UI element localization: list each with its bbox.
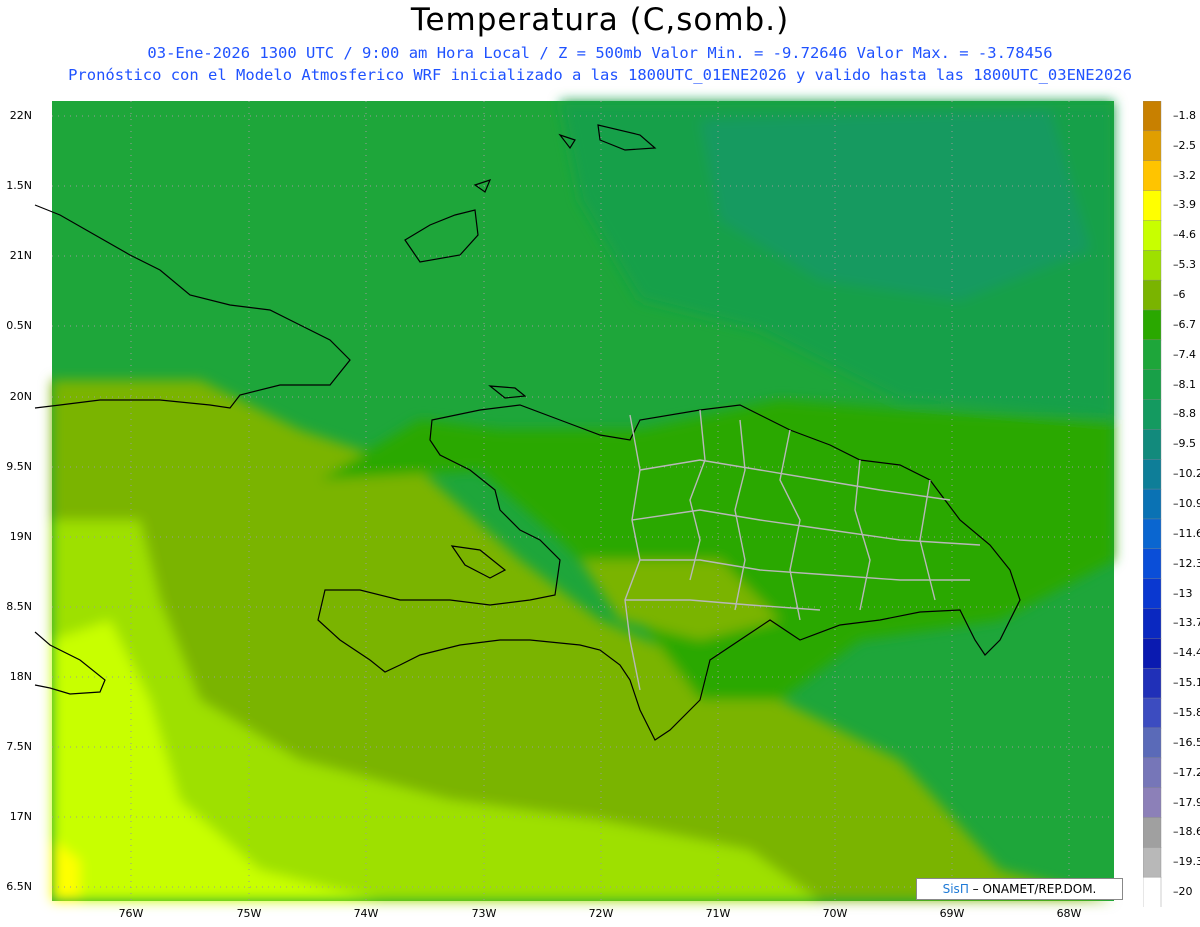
lat-label: 1.5N (6, 179, 32, 192)
credit-text: – ONAMET/REP.DOM. (968, 882, 1097, 896)
colorbar (1143, 101, 1162, 907)
colorbar-swatch (1143, 697, 1162, 729)
colorbar-label: –13 (1173, 586, 1193, 600)
colorbar-label: –13.7 (1173, 616, 1200, 630)
colorbar-label: –17.2 (1173, 765, 1200, 779)
colorbar-label: –5.3 (1173, 258, 1196, 272)
colorbar-label: –1.8 (1173, 108, 1196, 122)
brand-logo: SisΠ (942, 882, 969, 896)
lat-label: 17N (9, 810, 32, 823)
colorbar-swatch (1143, 101, 1162, 132)
colorbar-label: –6.7 (1173, 317, 1196, 331)
lat-label: 7.5N (6, 740, 32, 753)
colorbar-swatch (1143, 518, 1162, 550)
colorbar-swatch (1143, 727, 1162, 759)
lon-label: 76W (118, 907, 144, 920)
colorbar-label: –6 (1173, 288, 1186, 302)
credit-box: SisΠ – ONAMET/REP.DOM. (916, 878, 1123, 900)
colorbar-label: –15.8 (1173, 705, 1200, 719)
colorbar-label: –9.5 (1173, 437, 1196, 451)
colorbar-swatch (1143, 369, 1162, 401)
colorbar-swatch (1143, 309, 1162, 341)
colorbar-swatch (1143, 817, 1162, 848)
colorbar-label: –10.2 (1173, 467, 1200, 481)
colorbar-label: –20 (1173, 885, 1193, 899)
colorbar-swatch (1143, 847, 1162, 878)
colorbar-label: –11.6 (1173, 526, 1200, 540)
colorbar-swatch (1143, 339, 1162, 371)
colorbar-label: –3.2 (1173, 168, 1196, 182)
lon-label: 70W (822, 907, 848, 920)
colorbar-label: –16.5 (1173, 735, 1200, 749)
colorbar-label: –8.8 (1173, 407, 1196, 421)
colorbar-swatch (1143, 608, 1162, 640)
colorbar-swatch (1143, 130, 1162, 162)
lat-label: 19N (9, 530, 32, 543)
colorbar-label: –15.1 (1173, 676, 1200, 690)
colorbar-swatch (1143, 190, 1162, 222)
lat-label: 9.5N (6, 460, 32, 473)
colorbar-swatch (1143, 787, 1162, 819)
temperature-map (34, 101, 1114, 901)
colorbar-swatch (1143, 488, 1162, 520)
colorbar-label: –12.3 (1173, 556, 1200, 570)
lon-label: 74W (353, 907, 379, 920)
colorbar-label: –8.1 (1173, 377, 1196, 391)
lat-label: 21N (9, 249, 32, 262)
lon-label: 71W (705, 907, 731, 920)
colorbar-swatch (1143, 459, 1162, 490)
colorbar-swatch (1143, 578, 1162, 610)
colorbar-label: –10.9 (1173, 497, 1200, 510)
colorbar-swatch (1143, 399, 1162, 431)
lat-label: 6.5N (6, 880, 32, 893)
colorbar-swatch (1143, 250, 1162, 281)
colorbar-label: –17.9 (1173, 795, 1200, 809)
lon-label: 72W (588, 907, 614, 920)
lat-label: 18N (9, 670, 32, 683)
colorbar-swatch (1143, 757, 1162, 789)
lat-label: 20N (9, 390, 32, 403)
colorbar-swatch (1143, 220, 1162, 251)
lon-label: 73W (471, 907, 497, 920)
colorbar-label: –4.6 (1173, 228, 1196, 242)
colorbar-label: –19.3 (1173, 855, 1200, 869)
colorbar-swatch (1143, 160, 1162, 192)
lon-label: 75W (236, 907, 262, 920)
colorbar-label: –14.4 (1173, 646, 1200, 660)
colorbar-label: –18.6 (1173, 825, 1200, 839)
lat-label: 0.5N (6, 319, 32, 332)
lat-label: 22N (9, 109, 32, 122)
lat-label: 8.5N (6, 600, 32, 613)
colorbar-swatch (1143, 429, 1162, 460)
lon-label: 69W (939, 907, 965, 920)
colorbar-swatch (1143, 876, 1162, 907)
colorbar-swatch (1143, 638, 1162, 669)
colorbar-swatch (1143, 548, 1162, 580)
colorbar-swatch (1143, 279, 1162, 311)
colorbar-swatch (1143, 667, 1162, 699)
colorbar-label: –7.4 (1173, 347, 1196, 361)
colorbar-label: –2.5 (1173, 138, 1196, 152)
colorbar-label: –3.9 (1173, 198, 1196, 212)
lon-label: 68W (1056, 907, 1082, 920)
